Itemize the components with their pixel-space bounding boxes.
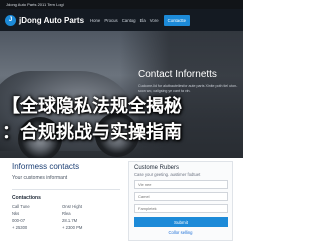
hero-subtitle: Cuckone-lid for alutbauteilesfor aute pa…: [138, 84, 238, 93]
overlay-line-1: 【全球隐私法规全揭秘: [2, 96, 182, 116]
form-title: Custome Rubers: [134, 165, 180, 171]
email-field[interactable]: [134, 192, 228, 201]
submit-button[interactable]: Submit: [134, 217, 228, 227]
contacts-title: Informess contacts: [12, 162, 80, 171]
nav-link-ela[interactable]: Ela: [140, 18, 146, 23]
nav-link-more[interactable]: Vore: [150, 18, 159, 23]
top-info-bar: Jdong Auto Parts 2011 Tern Logi: [0, 0, 243, 9]
contact-button[interactable]: Contactte: [163, 14, 191, 26]
hours-cell: Onsr Hight: [62, 204, 83, 209]
hours-cell: + 25300: [12, 225, 28, 230]
form-subtitle: Case your geeting. austimer fodtuet: [134, 172, 201, 177]
nav-link-catalog[interactable]: Cantog: [122, 18, 136, 23]
hours-cell: Rlea: [62, 211, 71, 216]
form-link[interactable]: Collor selling: [134, 230, 227, 235]
hours-cell: 28.1.7M: [62, 218, 78, 223]
hero-title: Contact Infornetts: [138, 69, 217, 80]
divider: [12, 189, 120, 190]
name-field[interactable]: [134, 180, 228, 189]
hours-cell: 000-07: [12, 218, 26, 223]
hours-cell: Nks: [12, 211, 20, 216]
hours-title: Contactions: [12, 195, 41, 201]
hours-cell: + 2300 PM: [62, 225, 83, 230]
logo-icon[interactable]: J: [5, 14, 16, 26]
hours-cell: Call Tune: [12, 204, 30, 209]
phone-field[interactable]: [134, 204, 228, 213]
nav-links: Hone Procus Cantog Ela Vore: [90, 18, 159, 23]
hours-table: Call Tune Onsr Hight Nks Rlea 000-07 28.…: [12, 204, 120, 230]
brand-name[interactable]: jDong Auto Parts: [19, 16, 84, 25]
contact-section: Informess contacts Your customes informa…: [0, 158, 243, 243]
contacts-column: Informess contacts Your customes informa…: [12, 162, 120, 230]
overlay-caption: 【全球隐私法规全揭秘 ：合规挑战与实操指南: [0, 93, 243, 145]
main-nav: J jDong Auto Parts Hone Procus Cantog El…: [0, 9, 243, 31]
nav-link-products[interactable]: Procus: [104, 18, 117, 23]
nav-link-home[interactable]: Hone: [90, 18, 100, 23]
contacts-subtitle: Your customes informant: [12, 175, 68, 181]
contact-form: Custome Rubers Case your geeting. austim…: [128, 161, 233, 241]
overlay-line-2: ：合规挑战与实操指南: [2, 122, 182, 142]
